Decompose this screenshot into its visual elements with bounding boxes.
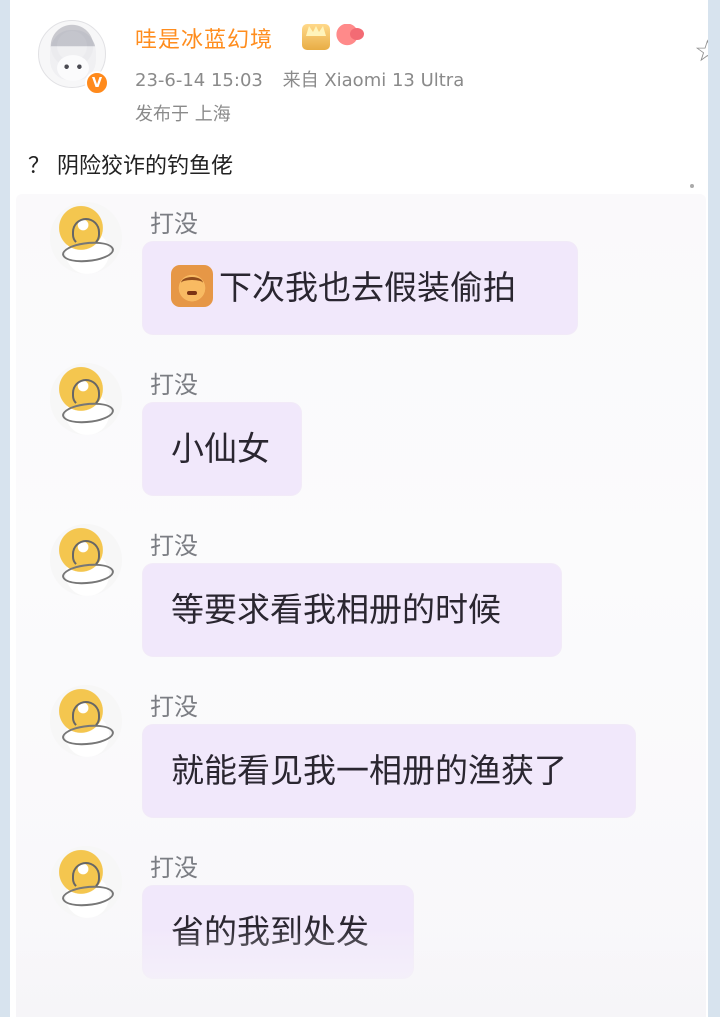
screenshot-frame: V 哇是冰蓝幻境 23-6-14 15:03 来自 Xiaomi 13 Ultr… [0,0,720,1017]
message-text: 小仙女 [171,429,270,468]
sender-name: 打没 [150,532,198,560]
author-username[interactable]: 哇是冰蓝幻境 [135,22,273,54]
sender-name: 打没 [150,210,198,238]
chat-message-row: 打没 就能看见我一相册的渔获了 [16,677,706,827]
sender-avatar [50,363,122,435]
sender-name: 打没 [150,693,198,721]
author-avatar-group[interactable]: V [38,20,124,106]
message-text: 就能看见我一相册的渔获了 [171,751,567,790]
sender-avatar [50,524,122,596]
message-bubble: 小仙女 [143,403,301,495]
verified-badge-icon: V [85,71,109,95]
shrimp-icon [336,24,364,50]
post-location: 发布于 上海 [135,104,231,125]
message-text: 下次我也去假装偷拍 [219,268,516,307]
sender-avatar [50,685,122,757]
post-time: 23-6-14 15:03 [135,70,263,91]
message-bubble: 等要求看我相册的时候 [143,564,561,656]
post-source: 来自 Xiaomi 13 Ultra [282,70,465,91]
chat-message-row: 打没 等要求看我相册的时候 [16,516,706,666]
crown-icon [302,24,330,50]
sender-avatar [50,846,122,918]
sender-name: 打没 [150,371,198,399]
sender-avatar [50,202,122,274]
message-bubble: 下次我也去假装偷拍 [143,242,577,334]
chat-message-row: 打没 小仙女 [16,355,706,505]
post-meta: 23-6-14 15:03 来自 Xiaomi 13 Ultra [135,66,464,92]
weibo-post-page: V 哇是冰蓝幻境 23-6-14 15:03 来自 Xiaomi 13 Ultr… [10,0,708,1017]
sender-name: 打没 [150,854,198,882]
chat-message-row: 打没 下次我也去假装偷拍 [16,194,706,344]
message-text: 等要求看我相册的时候 [171,590,501,629]
post-text: ？ 阴险狡诈的钓鱼佬 [28,154,233,179]
scroll-dot [690,184,694,188]
star-icon[interactable]: ☆ [694,37,708,67]
bottom-fade [16,927,706,1017]
post-header: V 哇是冰蓝幻境 23-6-14 15:03 来自 Xiaomi 13 Ultr… [30,12,708,132]
message-bubble: 就能看见我一相册的渔获了 [143,725,635,817]
face-emoji-icon [171,265,213,307]
embedded-chat-screenshot: 打没 下次我也去假装偷拍 打没 小仙女 打没 等要求看我相册的时候 打没 就能看… [16,194,706,1017]
